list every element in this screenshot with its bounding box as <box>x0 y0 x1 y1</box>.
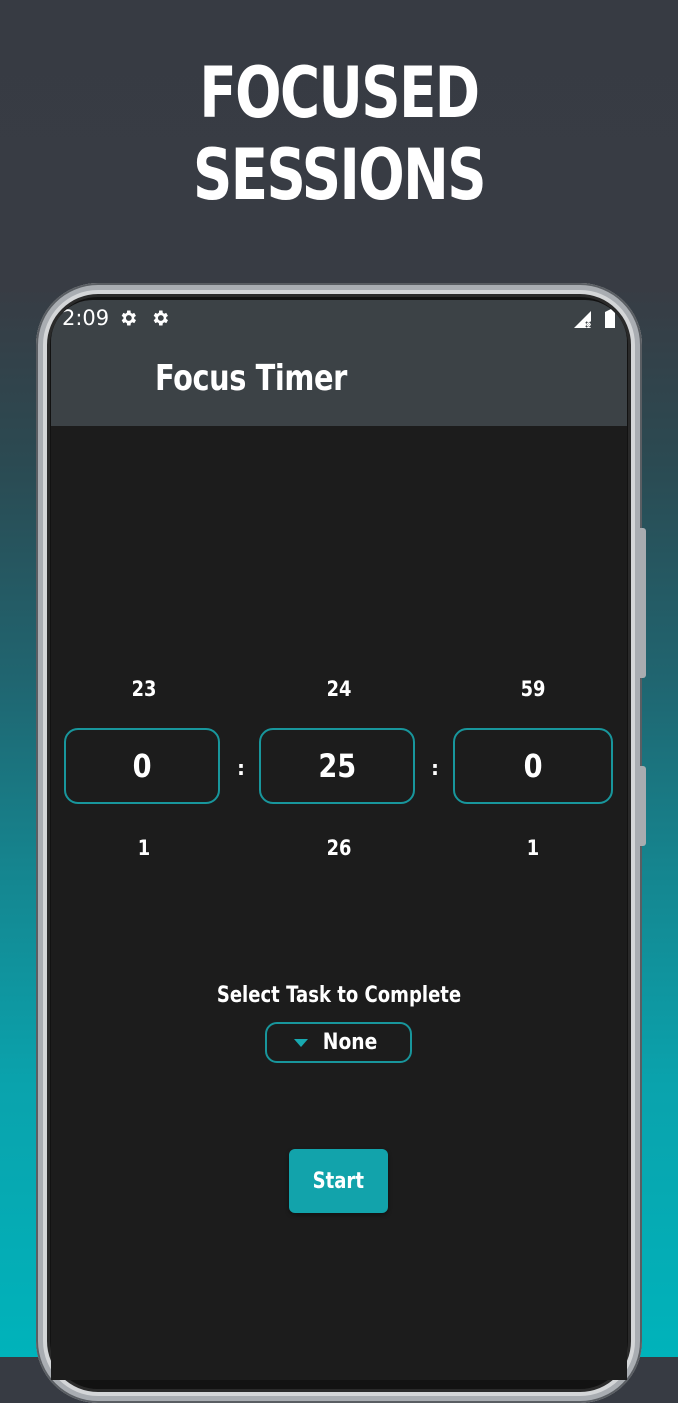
gear-icon <box>121 310 136 326</box>
app-bar: 2:09 Focus Timer <box>51 300 627 426</box>
battery-icon <box>605 309 615 328</box>
start-button-label: Start <box>312 1168 365 1194</box>
promo-headline: FOCUSED SESSIONS <box>192 52 487 216</box>
minutes-picker[interactable]: 25 <box>259 728 415 804</box>
hours-value: 0 <box>132 747 152 785</box>
hours-picker[interactable]: 0 <box>64 728 220 804</box>
task-dropdown[interactable]: None <box>265 1022 412 1063</box>
seconds-prev-value[interactable]: 59 <box>465 677 601 701</box>
time-separator: : <box>431 756 439 780</box>
status-right-icons <box>572 308 617 330</box>
caret-down-icon <box>294 1038 309 1047</box>
signal-icon <box>573 311 592 328</box>
time-separator: : <box>237 756 245 780</box>
hours-next-value[interactable]: 1 <box>76 836 212 860</box>
phone-power-button <box>640 766 646 846</box>
seconds-picker[interactable]: 0 <box>453 728 613 804</box>
seconds-value: 0 <box>523 747 543 785</box>
gear-icon <box>153 310 168 326</box>
task-dropdown-value: None <box>323 1030 378 1055</box>
hours-prev-value[interactable]: 23 <box>76 677 212 701</box>
minutes-prev-value[interactable]: 24 <box>271 677 407 701</box>
app-title: Focus Timer <box>155 358 347 399</box>
seconds-next-value[interactable]: 1 <box>465 836 601 860</box>
start-button[interactable]: Start <box>289 1149 388 1213</box>
minutes-next-value[interactable]: 26 <box>271 836 407 860</box>
select-task-label: Select Task to Complete <box>216 983 462 1008</box>
minutes-value: 25 <box>318 747 356 785</box>
phone-volume-button <box>640 528 646 678</box>
phone-screen: 2:09 Focus Timer 23 0 1 : 24 25 26 : 59 … <box>51 300 627 1380</box>
status-time: 2:09 <box>62 306 110 330</box>
